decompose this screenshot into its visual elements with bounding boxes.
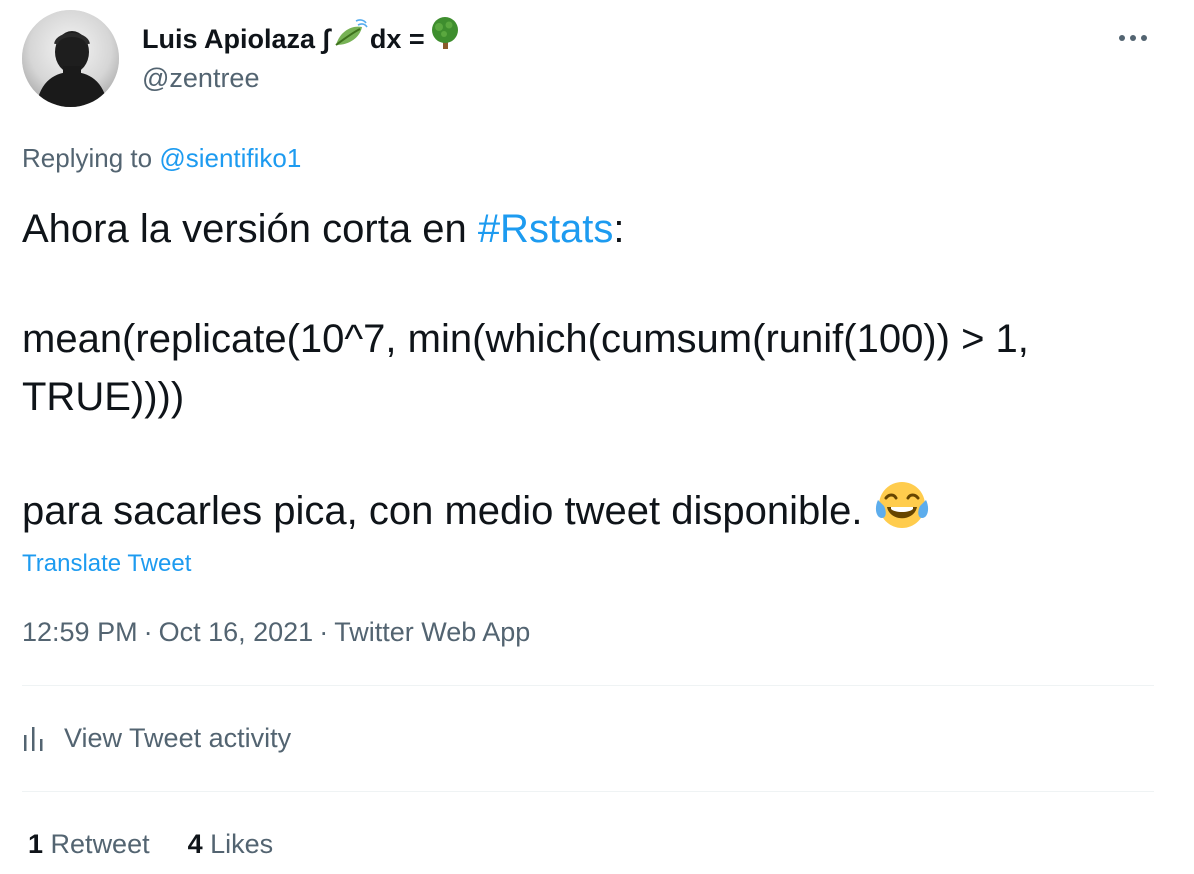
hashtag-link[interactable]: #Rstats	[478, 207, 614, 251]
avatar[interactable]	[22, 10, 119, 107]
meta-separator: ·	[319, 617, 329, 647]
tweet-card: Luis Apiolaza ∫ dx = @zentree Replying t…	[0, 0, 1194, 874]
tweet-line-1-text: Ahora la versión corta en	[22, 207, 478, 251]
display-name-suffix: dx =	[369, 23, 425, 54]
reply-to-handle-link[interactable]: @sientifiko1	[159, 143, 301, 173]
display-name[interactable]: Luis Apiolaza ∫ dx =	[142, 16, 462, 61]
bar-chart-icon	[22, 725, 46, 758]
display-name-text: Luis Apiolaza ∫	[142, 23, 330, 54]
tweet-text: Ahora la versión corta en #Rstats: mean(…	[22, 200, 1152, 548]
tweet-date[interactable]: Oct 16, 2021	[159, 617, 314, 647]
laughing-crying-emoji-icon	[874, 478, 930, 548]
tweet-line-1: Ahora la versión corta en #Rstats:	[22, 200, 1152, 258]
retweets-stat[interactable]: 1 Retweet	[28, 829, 150, 859]
tweet-source[interactable]: Twitter Web App	[334, 617, 530, 647]
leaf-icon	[334, 17, 368, 60]
engagement-stats: 1 Retweet 4 Likes	[28, 822, 273, 866]
tweet-line-1-end: :	[613, 207, 625, 251]
tweet-metadata: 12:59 PM · Oct 16, 2021 · Twitter Web App	[22, 610, 530, 654]
likes-label: Likes	[210, 829, 274, 859]
tweet-line-3: para sacarles pica, con medio tweet disp…	[22, 478, 1152, 548]
divider	[22, 685, 1154, 686]
author-handle[interactable]: @zentree	[142, 58, 259, 98]
divider	[22, 791, 1154, 792]
retweets-label: Retweet	[50, 829, 150, 859]
meta-separator: ·	[143, 617, 153, 647]
more-options-icon[interactable]	[1113, 18, 1153, 58]
replying-to-label: Replying to	[22, 143, 160, 173]
replying-to: Replying to @sientifiko1	[22, 138, 301, 178]
retweets-count: 1	[28, 829, 44, 859]
view-tweet-activity-label: View Tweet activity	[64, 722, 292, 753]
likes-count: 4	[187, 829, 203, 859]
view-tweet-activity-button[interactable]: View Tweet activity	[22, 716, 291, 760]
tweet-line-3-text: para sacarles pica, con medio tweet disp…	[22, 489, 874, 533]
tree-icon	[428, 16, 462, 61]
likes-stat[interactable]: 4 Likes	[188, 829, 274, 859]
tweet-code-line: mean(replicate(10^7, min(which(cumsum(ru…	[22, 317, 1029, 419]
translate-tweet-link[interactable]: Translate Tweet	[22, 544, 191, 584]
tweet-time[interactable]: 12:59 PM	[22, 617, 138, 647]
